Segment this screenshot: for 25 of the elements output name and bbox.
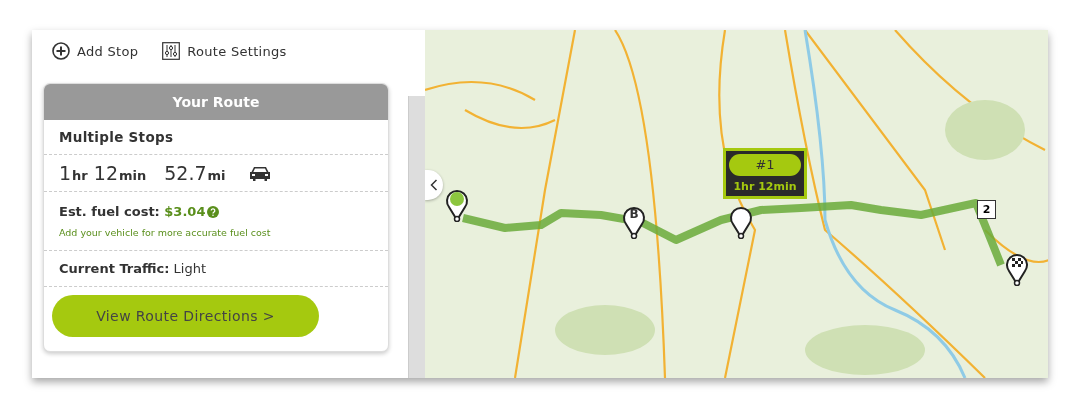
add-stop-button[interactable]: Add Stop (52, 41, 139, 61)
chevron-left-icon (430, 179, 438, 191)
route-type: Multiple Stops (44, 120, 388, 155)
fuel-cost: Est. fuel cost: $3.04 (59, 204, 206, 219)
view-directions-button[interactable]: View Route Directions > (52, 295, 319, 337)
sliders-icon (162, 42, 181, 60)
trip-duration: 1 hr 12 min (59, 162, 147, 184)
finish-pin-icon[interactable] (1005, 252, 1029, 286)
scrollbar[interactable] (408, 96, 425, 378)
route-shield: 2 (977, 200, 996, 219)
map-pin[interactable] (445, 188, 469, 222)
map-pin[interactable]: B (622, 205, 646, 239)
plus-circle-icon (52, 42, 70, 60)
collapse-button[interactable] (425, 170, 443, 200)
card-title: Your Route (44, 84, 388, 120)
add-vehicle-link[interactable]: Add your vehicle for more accurate fuel cost (59, 227, 271, 238)
route-settings-button[interactable]: Route Settings (162, 41, 287, 61)
popup-duration: 1hr 12min (732, 180, 798, 193)
car-icon (249, 165, 270, 181)
trip-distance: 52.7 mi (164, 162, 226, 184)
help-icon[interactable] (207, 205, 220, 218)
route-number: #1 (729, 154, 801, 176)
route-popup[interactable]: #1 1hr 12min (723, 148, 807, 199)
current-traffic: Current Traffic: Light (44, 251, 388, 287)
map-pin[interactable] (729, 205, 753, 239)
